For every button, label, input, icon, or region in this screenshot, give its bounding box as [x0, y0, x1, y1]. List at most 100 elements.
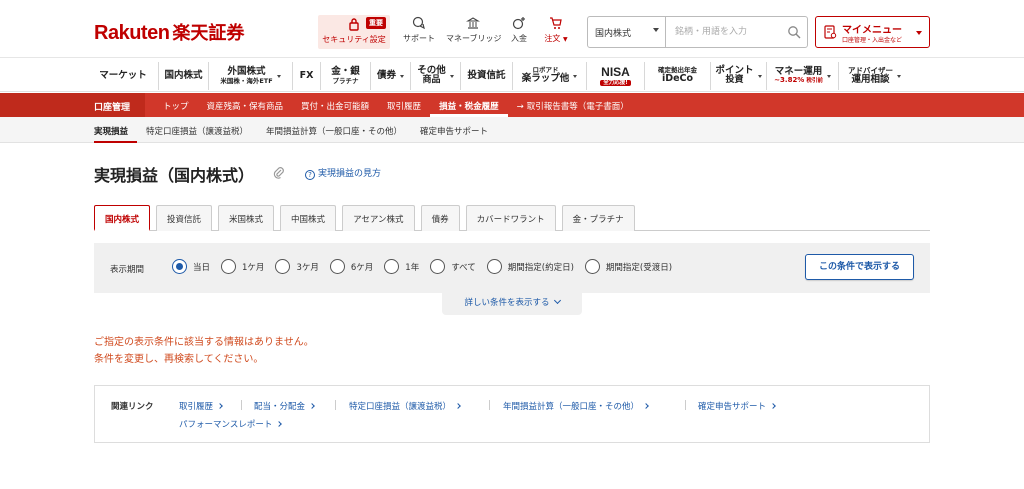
site-header: Rakuten 楽天証券 重要 セキュリティ設定 サポート マネーブリッジ 入金 … [0, 0, 1024, 58]
related-links-label: 関連リンク [111, 402, 154, 412]
related-links-panel: 関連リンク 取引履歴 配当・分配金 特定口座損益（譲渡益税） 年間損益計算（一般… [94, 385, 930, 443]
gnav-robo-advisor[interactable]: ロボアド 楽ラップ他 [512, 62, 586, 90]
radio-1month[interactable]: 1ケ月 [221, 259, 264, 274]
gnav-point-invest[interactable]: ポイント 投資 [710, 62, 766, 90]
radio-3months[interactable]: 3ケ月 [275, 259, 319, 274]
chevron-down-icon [449, 74, 454, 78]
gsub-tax-return-support[interactable]: 確定申告サポート [411, 117, 497, 143]
tab-investment-trust[interactable]: 投資信託 [156, 205, 213, 231]
deposit-button[interactable]: 入金 [508, 14, 530, 50]
chevron-right-icon [455, 403, 461, 409]
related-link-specific-account-pl[interactable]: 特定口座損益（譲渡益税） [349, 400, 461, 412]
gnav-gold-silver[interactable]: 金・銀 プラチナ [320, 62, 370, 90]
lock-icon [349, 18, 359, 31]
period-radio-group: 当日 1ケ月 3ケ月 6ケ月 1年 すべて 期間指定(約定日) 期間指定(受渡日… [172, 259, 683, 274]
page-title: 実現損益（国内株式） [94, 166, 255, 185]
gnav-foreign-stock[interactable]: 外国株式 米国株・海外ETF [208, 62, 292, 90]
global-nav: マーケット 国内株式 外国株式 米国株・海外ETF FX 金・銀 プラチナ 債券 そ… [0, 59, 1024, 92]
gnav-domestic-stock[interactable]: 国内株式 [158, 62, 208, 90]
product-tabs: 国内株式 投資信託 米国株式 中国株式 アセアン株式 債券 カバードワラント 金… [94, 205, 641, 231]
tab-us-stock[interactable]: 米国株式 [218, 205, 275, 231]
document-user-icon [824, 25, 837, 39]
tab-bond[interactable]: 債券 [420, 205, 460, 231]
gnav-bond[interactable]: 債券 [370, 62, 410, 90]
chevron-down-icon [653, 28, 659, 32]
search-box: 国内株式 [587, 16, 808, 48]
related-link-tax-return-support[interactable]: 確定申告サポート [698, 400, 776, 412]
tab-covered-warrant[interactable]: カバードワラント [465, 205, 556, 231]
important-badge: 重要 [366, 17, 386, 29]
chevron-right-icon [643, 403, 649, 409]
tab-gold-platinum[interactable]: 金・プラチナ [561, 205, 635, 231]
radio-1year[interactable]: 1年 [384, 259, 419, 274]
money-bridge-button[interactable]: マネーブリッジ [446, 14, 502, 50]
arrow-right-icon: → [516, 102, 524, 112]
period-filter-panel: 表示期間 当日 1ケ月 3ケ月 6ケ月 1年 すべて 期間指定(約定日) 期間指… [94, 243, 930, 293]
chevron-down-icon: ▼ [562, 36, 568, 43]
rnav-top[interactable]: トップ [154, 93, 198, 117]
bank-icon [466, 17, 480, 29]
question-circle-icon: ? [305, 170, 315, 180]
tab-domestic-stock[interactable]: 国内株式 [94, 205, 151, 231]
order-menu-button[interactable]: 注文 ▼ [540, 14, 572, 50]
rnav-trade-reports[interactable]: → 取引報告書等（電子書面） [508, 93, 638, 117]
chevron-down-icon [916, 31, 922, 35]
search-input[interactable] [667, 17, 779, 47]
rakuten-logo[interactable]: Rakuten 楽天証券 [94, 19, 244, 45]
rnav-pl-tax-history[interactable]: 損益・税金履歴 [430, 93, 508, 117]
gnav-advisor[interactable]: アドバイザー 運用相談 [838, 62, 910, 90]
account-management-nav: 口座管理 トップ 資産残高・保有商品 買付・出金可能額 取引履歴 損益・税金履歴… [0, 93, 1024, 117]
security-settings-button[interactable]: 重要 セキュリティ設定 [318, 15, 390, 49]
related-link-annual-pl[interactable]: 年間損益計算（一般口座・その他） [503, 400, 649, 412]
no-results-message: ご指定の表示条件に該当する情報はありません。 条件を変更し、再検索してください。 [94, 337, 314, 365]
paperclip-icon[interactable] [272, 166, 286, 180]
chevron-right-icon [217, 403, 223, 409]
gnav-other-products[interactable]: その他 商品 [410, 62, 460, 90]
related-link-performance-report[interactable]: パフォーマンスレポート [179, 418, 283, 430]
help-link[interactable]: ? 実現損益の見方 [305, 166, 381, 180]
search-icon[interactable] [787, 25, 801, 39]
cart-icon [550, 17, 562, 29]
radio-period-trade-date[interactable]: 期間指定(約定日) [486, 259, 574, 274]
account-management-title[interactable]: 口座管理 [0, 93, 145, 117]
rnav-buying-power[interactable]: 買付・出金可能額 [292, 93, 378, 117]
gsub-annual-pl[interactable]: 年間損益計算（一般口座・その他） [257, 117, 411, 143]
chevron-down-icon [276, 74, 281, 78]
gsub-specific-account-pl[interactable]: 特定口座損益（譲渡益税） [137, 117, 257, 143]
pl-sub-nav: 実現損益 特定口座損益（譲渡益税） 年間損益計算（一般口座・その他） 確定申告サ… [0, 117, 1024, 143]
show-detailed-conditions-toggle[interactable]: 詳しい条件を表示する [442, 293, 582, 315]
chevron-down-icon [897, 74, 901, 78]
radio-today[interactable]: 当日 [172, 259, 210, 274]
chevron-right-icon [309, 403, 315, 409]
tab-asean-stock[interactable]: アセアン株式 [342, 205, 415, 231]
support-button[interactable]: サポート [402, 14, 436, 50]
coin-plus-icon [512, 17, 525, 30]
chevron-down-icon [757, 74, 762, 78]
search-category-select[interactable]: 国内株式 [588, 17, 666, 47]
rnav-balance[interactable]: 資産残高・保有商品 [198, 93, 293, 117]
chevron-down-icon [826, 74, 831, 78]
gnav-investment-trust[interactable]: 投資信託 [460, 62, 512, 90]
radio-all[interactable]: すべて [430, 259, 476, 274]
period-label: 表示期間 [110, 265, 145, 275]
gnav-fx[interactable]: FX [292, 62, 320, 90]
gnav-ideco[interactable]: 確定拠出年金 iDeCo [644, 62, 710, 90]
chevron-right-icon [276, 421, 283, 427]
gsub-realized-pl[interactable]: 実現損益 [94, 117, 138, 143]
tab-china-stock[interactable]: 中国株式 [280, 205, 337, 231]
gnav-money-management[interactable]: マネー運用 ~3.82% 税引前 [766, 62, 838, 90]
chevron-right-icon [770, 403, 776, 409]
chat-support-icon [412, 16, 425, 30]
gnav-nisa[interactable]: NISA 全力応援! [586, 62, 644, 90]
gnav-market[interactable]: マーケット [94, 62, 158, 90]
chevron-down-icon [400, 74, 405, 78]
related-link-dividends[interactable]: 配当・分配金 [254, 400, 315, 412]
radio-period-settlement-date[interactable]: 期間指定(受渡日) [584, 259, 672, 274]
related-link-trade-history[interactable]: 取引履歴 [179, 400, 223, 412]
chevron-down-icon [553, 296, 561, 305]
my-menu-button[interactable]: マイメニュー 口座管理・入出金など [815, 16, 930, 48]
radio-6months[interactable]: 6ケ月 [329, 259, 373, 274]
rnav-trade-history[interactable]: 取引履歴 [378, 93, 430, 117]
chevron-down-icon [573, 74, 578, 78]
show-results-button[interactable]: この条件で表示する [805, 254, 914, 280]
